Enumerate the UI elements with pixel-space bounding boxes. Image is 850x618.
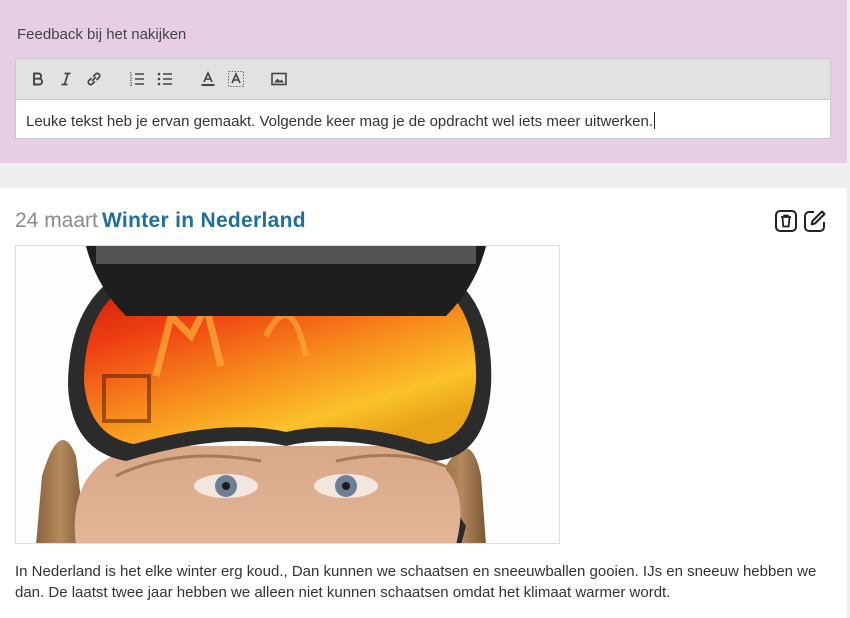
post-title[interactable]: Winter in Nederland — [102, 209, 306, 233]
bold-icon[interactable] — [27, 68, 49, 90]
feedback-label: Feedback bij het nakijken — [17, 26, 187, 43]
feedback-panel: Feedback bij het nakijken 123 Leuke teks… — [0, 0, 847, 163]
svg-text:3: 3 — [130, 82, 133, 87]
ordered-list-icon[interactable]: 123 — [126, 68, 148, 90]
italic-icon[interactable] — [55, 68, 77, 90]
editor-toolbar: 123 — [15, 58, 831, 99]
post-card: 24 maart Winter in Nederland In Nederlan… — [0, 188, 847, 618]
post-body: In Nederland is het elke winter erg koud… — [15, 563, 817, 601]
delete-icon[interactable] — [773, 208, 799, 234]
feedback-editor[interactable]: Leuke tekst heb je ervan gemaakt. Volgen… — [15, 99, 831, 139]
highlight-icon[interactable] — [225, 68, 247, 90]
post-image — [15, 245, 560, 544]
post-date: 24 maart — [15, 209, 98, 232]
edit-icon[interactable] — [802, 208, 828, 234]
image-icon[interactable] — [268, 68, 290, 90]
text-color-icon[interactable] — [197, 68, 219, 90]
text-caret — [654, 112, 656, 129]
link-icon[interactable] — [83, 68, 105, 90]
feedback-text: Leuke tekst heb je ervan gemaakt. Volgen… — [26, 113, 654, 130]
bullet-list-icon[interactable] — [154, 68, 176, 90]
